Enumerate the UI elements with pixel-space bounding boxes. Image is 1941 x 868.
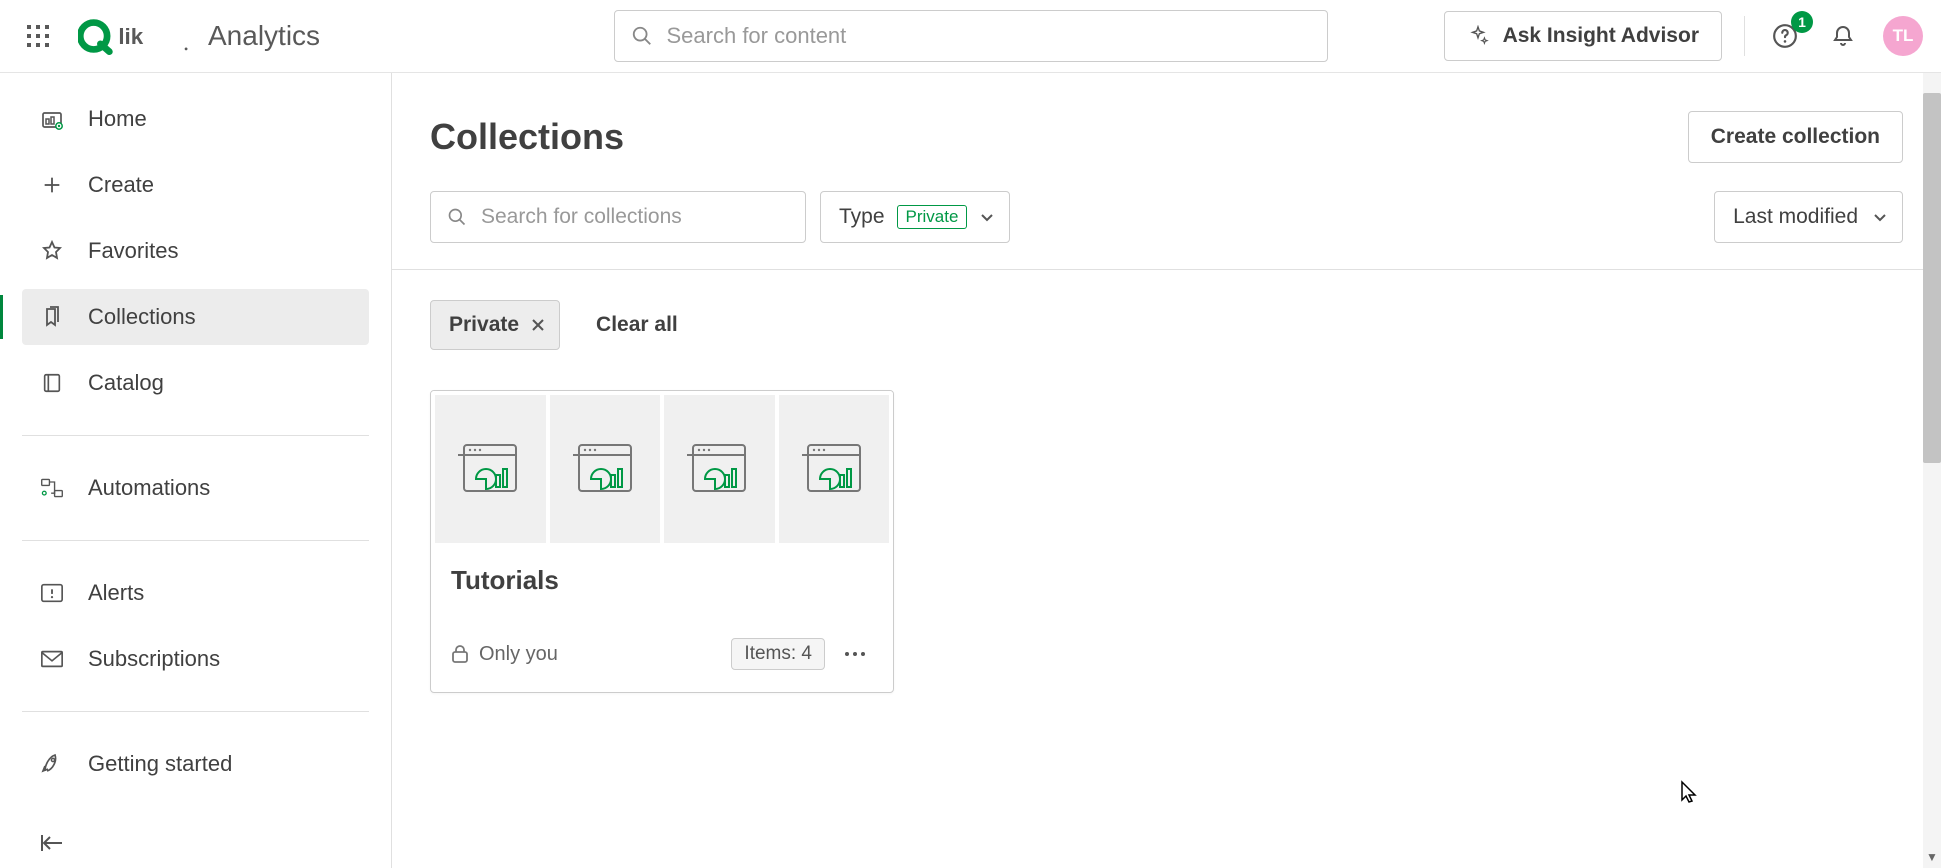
visibility-label: Only you (479, 643, 558, 666)
clear-all-button[interactable]: Clear all (596, 313, 678, 337)
collections-search-input[interactable] (481, 205, 789, 229)
divider (22, 540, 369, 541)
star-icon (40, 239, 64, 263)
type-filter-dropdown[interactable]: Type Private (820, 191, 1010, 243)
sparkle-icon (1467, 25, 1489, 47)
sidebar-item-label: Create (88, 172, 154, 198)
collection-card[interactable]: Tutorials Only you Items: 4 (430, 390, 894, 693)
sidebar: Home Create Favorites Collections Catalo (0, 73, 392, 868)
sidebar-item-label: Automations (88, 475, 210, 501)
sidebar-item-label: Subscriptions (88, 646, 220, 672)
type-filter-value: Private (897, 205, 968, 229)
ask-insight-advisor-button[interactable]: Ask Insight Advisor (1444, 11, 1722, 61)
scrollbar[interactable]: ▼ (1923, 73, 1941, 868)
collapse-icon (40, 833, 64, 853)
items-count-badge: Items: 4 (731, 638, 825, 670)
global-search-input[interactable] (667, 23, 1311, 49)
scrollbar-thumb[interactable] (1923, 93, 1941, 463)
app-grid-icon (27, 25, 49, 47)
app-launcher-button[interactable] (22, 20, 54, 52)
bell-icon (1831, 23, 1855, 49)
logo-block: lik Analytics (78, 16, 320, 56)
rocket-icon (40, 752, 64, 776)
chevron-down-icon (979, 209, 995, 225)
mail-icon (40, 647, 64, 671)
main-content: Collections Create collection Type Priva… (392, 73, 1941, 868)
avatar-initials: TL (1893, 26, 1914, 46)
sidebar-item-label: Catalog (88, 370, 164, 396)
cards-grid: Tutorials Only you Items: 4 (392, 360, 1941, 723)
search-icon (447, 207, 467, 227)
help-badge: 1 (1791, 11, 1813, 33)
type-filter-label: Type (839, 205, 885, 229)
topbar: lik Analytics Ask Insight Advisor 1 TL (0, 0, 1941, 73)
sidebar-item-getting-started[interactable]: Getting started (22, 736, 369, 792)
active-filters-row: Private Clear all (392, 270, 1941, 360)
sort-dropdown[interactable]: Last modified (1714, 191, 1903, 243)
card-visibility: Only you (451, 643, 719, 666)
cursor-icon (1680, 780, 1698, 804)
separator (1744, 16, 1745, 56)
app-thumbnail (550, 395, 661, 543)
automations-icon (40, 476, 64, 500)
qlik-logo-icon: lik (78, 16, 190, 56)
topbar-right: Ask Insight Advisor 1 TL (1444, 11, 1923, 61)
card-more-button[interactable] (837, 636, 873, 672)
create-button-label: Create collection (1711, 125, 1880, 148)
sidebar-item-home[interactable]: Home (22, 91, 369, 147)
filter-chip-label: Private (449, 313, 519, 337)
plus-icon (40, 173, 64, 197)
sidebar-item-label: Collections (88, 304, 196, 330)
product-name: Analytics (208, 20, 320, 52)
svg-text:lik: lik (118, 24, 143, 49)
filter-bar: Type Private Last modified (392, 163, 1941, 269)
user-avatar[interactable]: TL (1883, 16, 1923, 56)
sidebar-item-subscriptions[interactable]: Subscriptions (22, 631, 369, 687)
ask-button-label: Ask Insight Advisor (1503, 24, 1699, 48)
lock-icon (451, 644, 469, 664)
chevron-down-icon (1872, 209, 1888, 225)
sidebar-item-automations[interactable]: Automations (22, 460, 369, 516)
notifications-button[interactable] (1825, 18, 1861, 54)
scroll-down-icon[interactable]: ▼ (1923, 850, 1941, 864)
page-header: Collections Create collection (392, 73, 1941, 163)
search-icon (631, 25, 653, 47)
sidebar-item-favorites[interactable]: Favorites (22, 223, 369, 279)
create-collection-button[interactable]: Create collection (1688, 111, 1903, 163)
sidebar-item-label: Getting started (88, 751, 232, 777)
filter-chip-private[interactable]: Private (430, 300, 560, 350)
alert-icon (40, 581, 64, 605)
sidebar-item-label: Favorites (88, 238, 178, 264)
divider (22, 711, 369, 712)
catalog-icon (40, 371, 64, 395)
card-title: Tutorials (451, 565, 873, 596)
divider (22, 435, 369, 436)
app-thumbnail (779, 395, 890, 543)
more-icon (843, 650, 867, 658)
sidebar-item-label: Alerts (88, 580, 144, 606)
sidebar-item-catalog[interactable]: Catalog (22, 355, 369, 411)
sidebar-item-alerts[interactable]: Alerts (22, 565, 369, 621)
page-title: Collections (430, 116, 624, 158)
global-search[interactable] (614, 10, 1328, 62)
help-button[interactable]: 1 (1767, 18, 1803, 54)
collapse-sidebar-button[interactable] (22, 818, 369, 868)
sort-label: Last modified (1733, 205, 1858, 229)
sidebar-item-collections[interactable]: Collections (22, 289, 369, 345)
bookmark-icon (40, 305, 64, 329)
collections-search[interactable] (430, 191, 806, 243)
app-thumbnail (664, 395, 775, 543)
sidebar-item-create[interactable]: Create (22, 157, 369, 213)
home-icon (40, 107, 64, 131)
card-thumbnails (431, 391, 893, 543)
app-thumbnail (435, 395, 546, 543)
sidebar-item-label: Home (88, 106, 147, 132)
close-icon (531, 318, 545, 332)
